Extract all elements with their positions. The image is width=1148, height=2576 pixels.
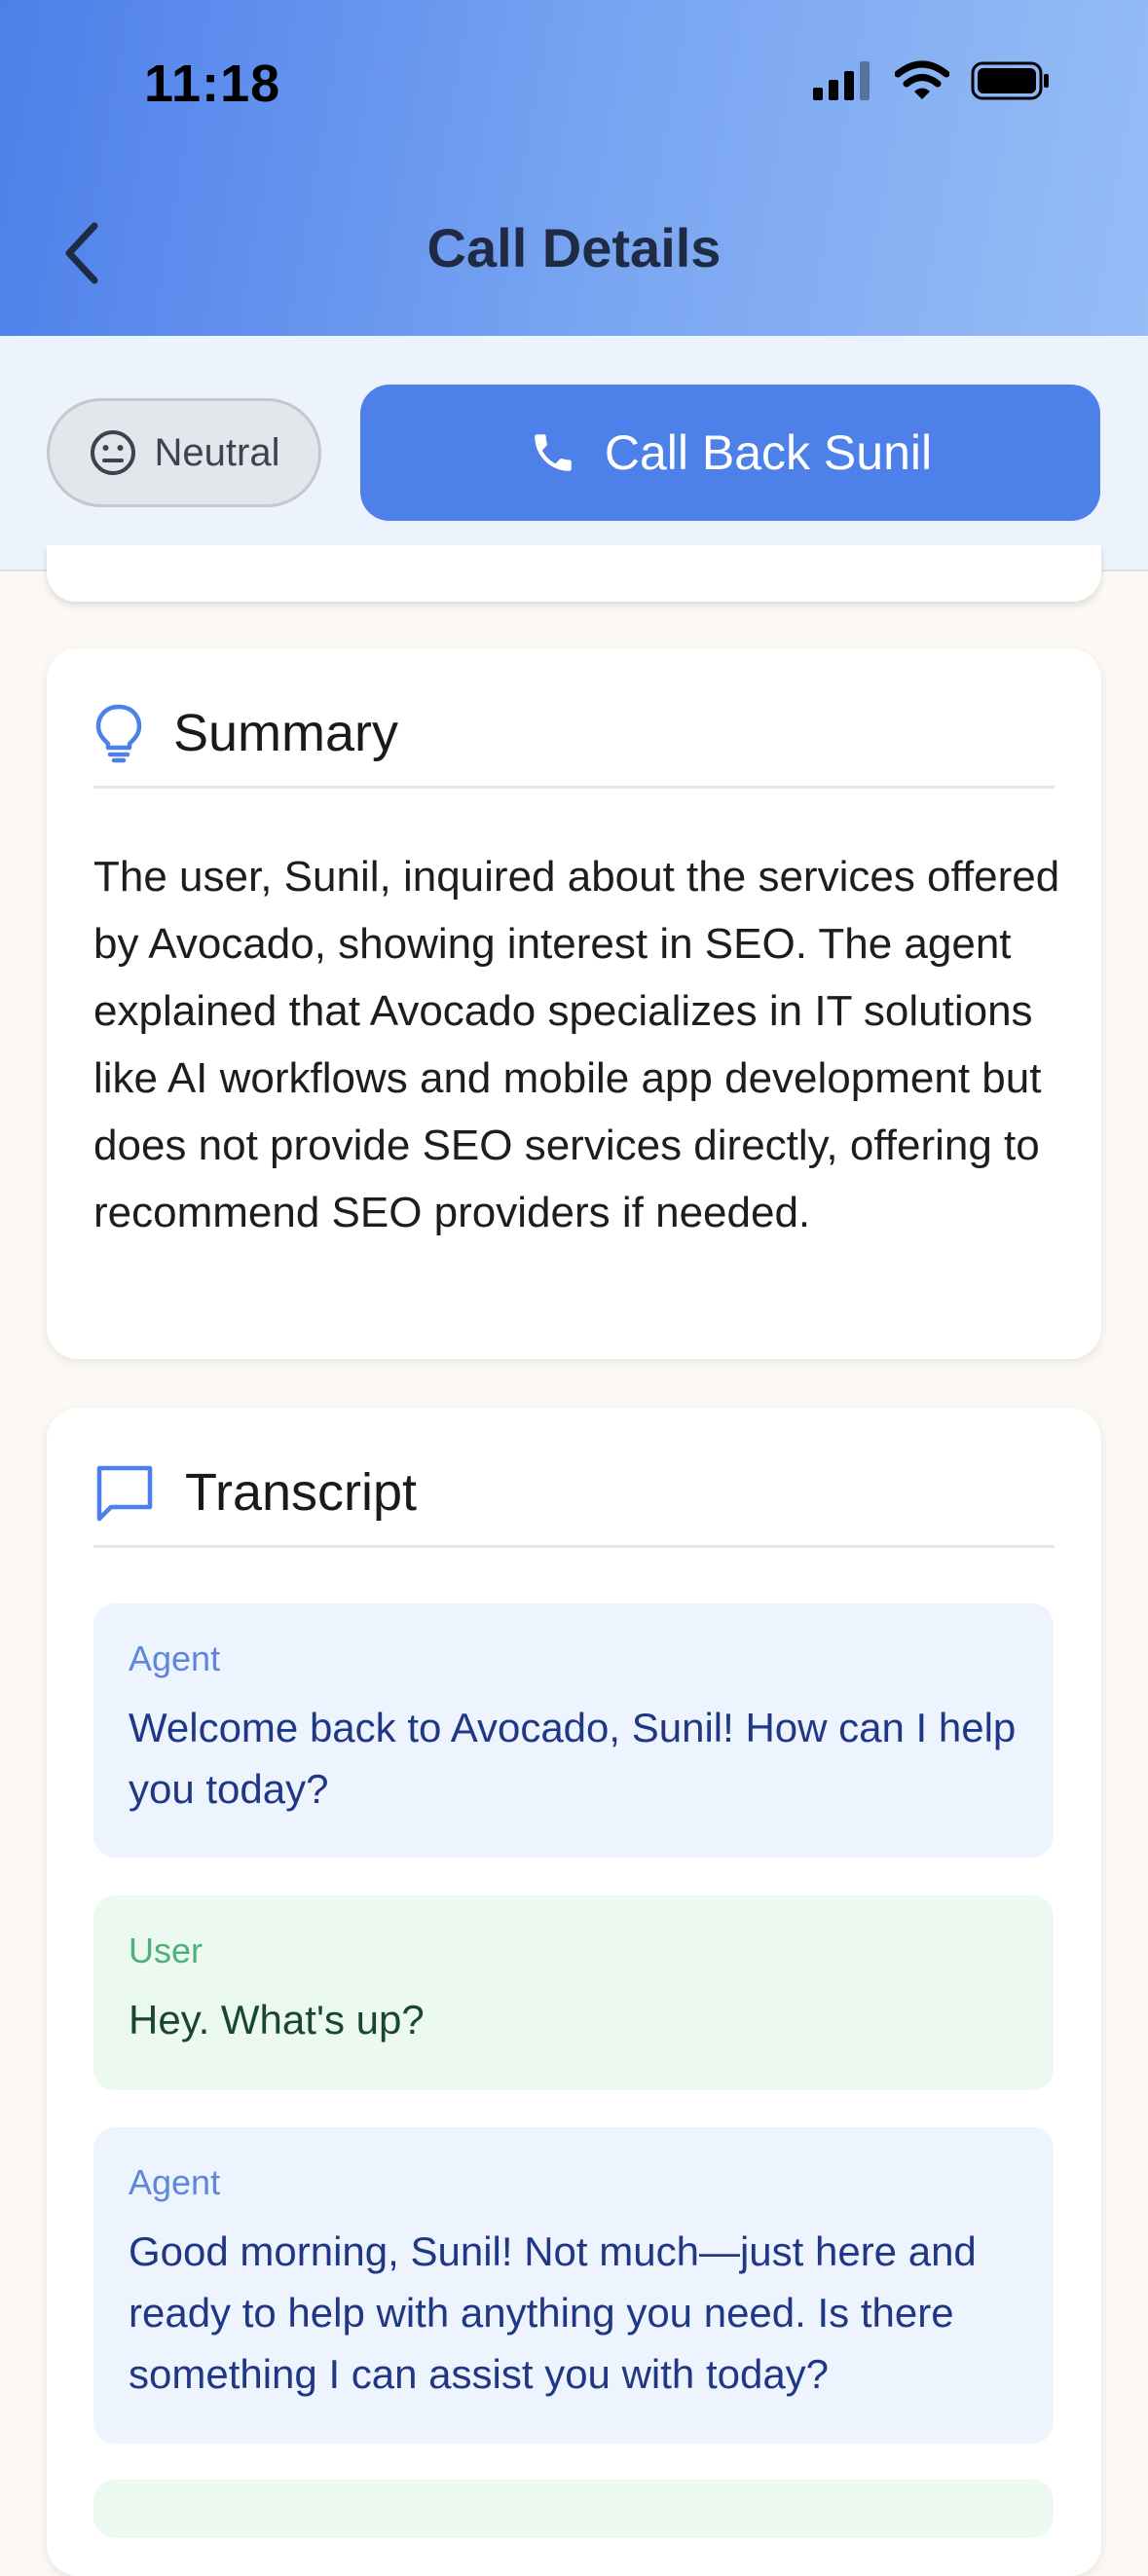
transcript-card: Transcript Agent Welcome back to Avocado…	[47, 1408, 1101, 2576]
cellular-signal-icon	[813, 61, 870, 100]
sentiment-badge: Neutral	[47, 398, 321, 507]
summary-header: Summary	[93, 691, 1055, 789]
status-icons	[813, 60, 1051, 101]
call-back-button[interactable]: Call Back Sunil	[360, 385, 1100, 521]
header: 11:18 Call Details	[0, 0, 1148, 336]
message-text: Welcome back to Avocado, Sunil! How can …	[129, 1705, 1017, 1812]
neutral-face-icon	[90, 430, 135, 475]
message-text: Hey. What's up?	[129, 1997, 425, 2042]
previous-card	[47, 545, 1101, 602]
transcript-message: Agent Welcome back to Avocado, Sunil! Ho…	[93, 1603, 1054, 1858]
transcript-header: Transcript	[93, 1451, 1055, 1548]
transcript-title: Transcript	[185, 1462, 418, 1522]
call-back-label: Call Back Sunil	[604, 425, 933, 480]
status-time: 11:18	[144, 55, 281, 113]
transcript-message: User Hey. What's up?	[93, 1895, 1054, 2090]
battery-icon	[971, 61, 1049, 100]
chat-bubble-icon	[96, 1465, 153, 1521]
wifi-icon	[895, 60, 949, 99]
message-text: Good morning, Sunil! Not much—just here …	[129, 2228, 977, 2397]
transcript-message	[93, 2480, 1054, 2538]
phone-icon	[535, 434, 572, 471]
message-role: Agent	[129, 2162, 221, 2202]
lightbulb-icon	[95, 704, 142, 762]
page-title: Call Details	[426, 217, 722, 278]
message-role: User	[129, 1931, 204, 1970]
summary-card: Summary The user, Sunil, inquired about …	[47, 648, 1101, 1359]
transcript-message: Agent Good morning, Sunil! Not much—just…	[93, 2127, 1054, 2444]
message-role: Agent	[129, 1638, 221, 1678]
summary-text: The user, Sunil, inquired about the serv…	[93, 853, 1060, 1236]
action-bar: Neutral Call Back Sunil	[0, 336, 1148, 571]
sentiment-label: Neutral	[154, 430, 280, 474]
summary-title: Summary	[173, 703, 399, 762]
